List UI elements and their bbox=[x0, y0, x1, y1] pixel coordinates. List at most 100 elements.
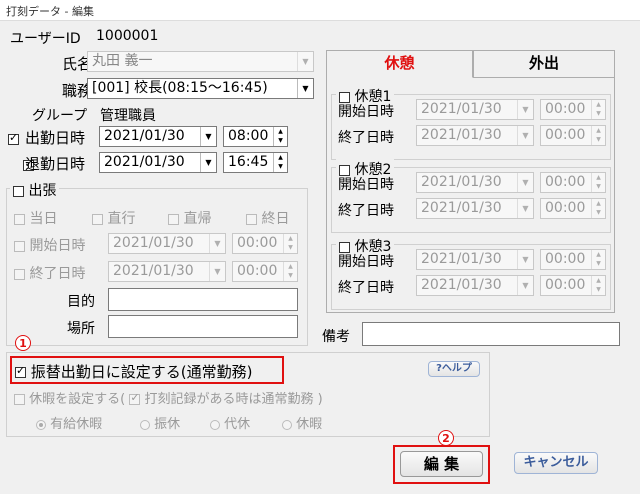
break-start-date-value: 2021/01/30 bbox=[421, 101, 502, 117]
same-day-option[interactable]: 当日 bbox=[14, 208, 57, 228]
leave-checkbox[interactable] bbox=[14, 394, 25, 405]
help-button[interactable]: ?ヘルプ bbox=[428, 361, 480, 377]
break-start-time[interactable]: 00:00 ▲ ▼ bbox=[540, 249, 606, 270]
business-trip-label: 出張 bbox=[28, 183, 57, 199]
trip-start-checkbox[interactable] bbox=[14, 240, 25, 252]
spinner-icon[interactable]: ▲ ▼ bbox=[283, 262, 297, 281]
calendar-dropdown-icon[interactable]: ▼ bbox=[517, 126, 533, 145]
cancel-button[interactable]: キャンセル bbox=[514, 452, 598, 474]
leave-type-radio-3[interactable]: 代休 bbox=[210, 413, 250, 432]
name-select[interactable]: 丸田 義一 ▼ bbox=[87, 51, 314, 72]
break-end-date[interactable]: 2021/01/30 ▼ bbox=[416, 198, 534, 219]
calendar-dropdown-icon[interactable]: ▼ bbox=[517, 276, 533, 295]
calendar-dropdown-icon[interactable]: ▼ bbox=[200, 127, 216, 146]
radio-icon[interactable] bbox=[36, 419, 46, 430]
business-trip-checkbox[interactable] bbox=[13, 185, 24, 197]
clock-in-checkbox[interactable] bbox=[8, 131, 19, 145]
business-trip-header: 出張 bbox=[10, 180, 60, 200]
title-bar: 打刻データ - 編集 bbox=[0, 0, 640, 21]
calendar-dropdown-icon[interactable]: ▼ bbox=[209, 234, 225, 253]
leave-type-label: 有給休暇 bbox=[50, 417, 103, 432]
direct-go-option[interactable]: 直行 bbox=[92, 208, 135, 228]
spinner-icon[interactable]: ▲ ▼ bbox=[273, 153, 287, 172]
direct-return-label: 直帰 bbox=[183, 211, 212, 227]
same-day-checkbox[interactable] bbox=[14, 213, 25, 225]
leave-sub-checkbox[interactable] bbox=[129, 391, 141, 405]
direct-return-checkbox[interactable] bbox=[168, 213, 179, 225]
substitute-option[interactable]: 振替出勤日に設定する(通常勤務) bbox=[15, 361, 253, 382]
chevron-down-icon: ▼ bbox=[297, 79, 313, 98]
all-day-checkbox[interactable] bbox=[246, 213, 257, 225]
leave-sub-label: 打刻記録がある時は通常勤務 ) bbox=[144, 392, 323, 407]
duty-value: [001] 校長(08:15～16:45) bbox=[92, 80, 268, 96]
remarks-input[interactable] bbox=[362, 322, 620, 346]
break-start-time-value: 00:00 bbox=[545, 101, 586, 117]
spinner-icon[interactable]: ▲ ▼ bbox=[591, 276, 605, 295]
break-end-time[interactable]: 00:00 ▲ ▼ bbox=[540, 198, 606, 219]
break-start-label: 開始日時 bbox=[338, 104, 394, 120]
callout-number-2: 2 bbox=[438, 430, 454, 446]
calendar-dropdown-icon[interactable]: ▼ bbox=[517, 173, 533, 192]
group-label: グループ bbox=[32, 108, 88, 124]
break-start-date[interactable]: 2021/01/30 ▼ bbox=[416, 249, 534, 270]
substitute-checkbox[interactable] bbox=[15, 364, 26, 378]
calendar-dropdown-icon[interactable]: ▼ bbox=[517, 100, 533, 119]
spinner-icon[interactable]: ▲ ▼ bbox=[591, 250, 605, 269]
place-input[interactable] bbox=[108, 315, 298, 338]
duty-select[interactable]: [001] 校長(08:15～16:45) ▼ bbox=[87, 78, 314, 99]
break-end-label: 終了日時 bbox=[338, 130, 394, 146]
purpose-input[interactable] bbox=[108, 288, 298, 311]
break-start-time-value: 00:00 bbox=[545, 251, 586, 267]
break-start-time[interactable]: 00:00 ▲ ▼ bbox=[540, 99, 606, 120]
trip-end-checkbox[interactable] bbox=[14, 268, 25, 280]
trip-end-time[interactable]: 00:00 ▲ ▼ bbox=[232, 261, 298, 282]
clock-out-time-value: 16:45 bbox=[228, 154, 269, 170]
leave-type-radio-4[interactable]: 休暇 bbox=[282, 413, 322, 432]
clock-out-label: 退勤日時 bbox=[25, 155, 86, 173]
leave-type-radio-1[interactable]: 有給休暇 bbox=[36, 413, 102, 432]
break-end-date[interactable]: 2021/01/30 ▼ bbox=[416, 125, 534, 146]
clock-in-date[interactable]: 2021/01/30 ▼ bbox=[99, 126, 217, 147]
break-start-label: 開始日時 bbox=[338, 254, 394, 270]
trip-start-label: 開始日時 bbox=[29, 238, 86, 254]
clock-out-date-value: 2021/01/30 bbox=[104, 154, 185, 170]
all-day-option[interactable]: 終日 bbox=[246, 208, 289, 228]
trip-start-date[interactable]: 2021/01/30 ▼ bbox=[108, 233, 226, 254]
break-start-date[interactable]: 2021/01/30 ▼ bbox=[416, 99, 534, 120]
remarks-label: 備考 bbox=[322, 329, 350, 345]
spinner-icon[interactable]: ▲ ▼ bbox=[283, 234, 297, 253]
clock-out-time[interactable]: 16:45 ▲ ▼ bbox=[223, 152, 288, 173]
edit-button[interactable]: 編 集 bbox=[400, 451, 483, 477]
radio-icon[interactable] bbox=[140, 419, 150, 430]
trip-start-row: 開始日時 bbox=[14, 235, 85, 255]
clock-out-date[interactable]: 2021/01/30 ▼ bbox=[99, 152, 217, 173]
spinner-icon[interactable]: ▲ ▼ bbox=[591, 126, 605, 145]
break-start-time[interactable]: 00:00 ▲ ▼ bbox=[540, 172, 606, 193]
trip-end-date[interactable]: 2021/01/30 ▼ bbox=[108, 261, 226, 282]
leave-type-radio-2[interactable]: 振休 bbox=[140, 413, 180, 432]
trip-start-time[interactable]: 00:00 ▲ ▼ bbox=[232, 233, 298, 254]
direct-go-checkbox[interactable] bbox=[92, 213, 103, 225]
spinner-icon[interactable]: ▲ ▼ bbox=[273, 127, 287, 146]
break-start-date[interactable]: 2021/01/30 ▼ bbox=[416, 172, 534, 193]
radio-icon[interactable] bbox=[282, 419, 292, 430]
spinner-icon[interactable]: ▲ ▼ bbox=[591, 100, 605, 119]
leave-type-label: 休暇 bbox=[296, 417, 323, 432]
clock-in-time[interactable]: 08:00 ▲ ▼ bbox=[223, 126, 288, 147]
calendar-dropdown-icon[interactable]: ▼ bbox=[200, 153, 216, 172]
direct-return-option[interactable]: 直帰 bbox=[168, 208, 211, 228]
spinner-icon[interactable]: ▲ ▼ bbox=[591, 199, 605, 218]
tab-break[interactable]: 休憩 bbox=[326, 50, 473, 78]
break-end-date[interactable]: 2021/01/30 ▼ bbox=[416, 275, 534, 296]
break-end-time[interactable]: 00:00 ▲ ▼ bbox=[540, 275, 606, 296]
break-end-time[interactable]: 00:00 ▲ ▼ bbox=[540, 125, 606, 146]
calendar-dropdown-icon[interactable]: ▼ bbox=[517, 199, 533, 218]
break-end-date-value: 2021/01/30 bbox=[421, 200, 502, 216]
place-label: 場所 bbox=[67, 321, 95, 337]
radio-icon[interactable] bbox=[210, 419, 220, 430]
spinner-icon[interactable]: ▲ ▼ bbox=[591, 173, 605, 192]
calendar-dropdown-icon[interactable]: ▼ bbox=[517, 250, 533, 269]
calendar-dropdown-icon[interactable]: ▼ bbox=[209, 262, 225, 281]
tab-out[interactable]: 外出 bbox=[473, 50, 615, 78]
all-day-label: 終日 bbox=[261, 211, 290, 227]
